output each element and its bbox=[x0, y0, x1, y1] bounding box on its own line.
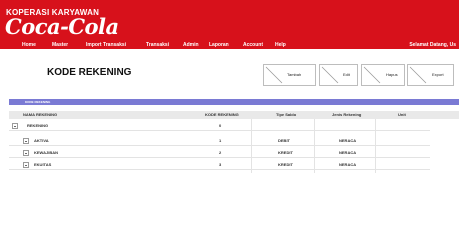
table-row[interactable]: KEWAJIBAN 2 KREDIT NERACA bbox=[9, 148, 430, 158]
export-icon bbox=[409, 66, 427, 84]
column-header-nama-rekening[interactable]: NAMA REKENING bbox=[23, 111, 57, 119]
expand-toggle-icon[interactable] bbox=[23, 150, 29, 156]
cell-tipe: KREDIT bbox=[278, 162, 293, 167]
column-header-kode-rekening[interactable]: KODE REKENING bbox=[205, 111, 239, 119]
expand-toggle-icon[interactable] bbox=[23, 138, 29, 144]
cell-jenis: NERACA bbox=[339, 138, 357, 143]
nav-admin[interactable]: Admin bbox=[183, 41, 199, 49]
cell-kode: 2 bbox=[219, 150, 222, 155]
nav-home[interactable]: Home bbox=[22, 41, 36, 49]
hapus-button[interactable]: Hapus bbox=[361, 64, 405, 86]
edit-icon bbox=[321, 66, 339, 84]
tambah-label: Tambah bbox=[287, 72, 302, 77]
cell-nama: AKTIVA bbox=[34, 138, 49, 143]
grid-title: KODE REKENING bbox=[25, 100, 51, 104]
column-header-jenis-rekening[interactable]: Jenis Rekening bbox=[332, 111, 361, 119]
cell-tipe: KREDIT bbox=[278, 150, 293, 155]
welcome-text: Selamat Datang, Us bbox=[409, 42, 456, 48]
grid-title-bar: KODE REKENING bbox=[9, 99, 459, 105]
cell-kode: 1 bbox=[219, 138, 222, 143]
nav-help[interactable]: Help bbox=[275, 41, 286, 49]
cell-nama: EKUITAS bbox=[34, 162, 52, 167]
app-header: KOPERASI KARYAWAN Coca-Cola Home Master … bbox=[0, 0, 459, 49]
expand-toggle-icon[interactable] bbox=[23, 162, 29, 168]
cell-nama: KEWAJIBAN bbox=[34, 150, 59, 155]
table-row[interactable]: REKENING 0 bbox=[9, 121, 430, 131]
column-header-tipe-saldo[interactable]: Tipe Saldo bbox=[276, 111, 296, 119]
cell-tipe: DEBIT bbox=[278, 138, 290, 143]
nav-laporan[interactable]: Laporan bbox=[209, 41, 229, 49]
grid-header: NAMA REKENING KODE REKENING Tipe Saldo J… bbox=[9, 111, 459, 119]
nav-import-transaksi[interactable]: Import Transaksi bbox=[86, 41, 126, 49]
export-label: Export bbox=[432, 72, 444, 77]
nav-master[interactable]: Master bbox=[52, 41, 68, 49]
table-row[interactable]: EKUITAS 3 KREDIT NERACA bbox=[9, 160, 430, 170]
export-button[interactable]: Export bbox=[407, 64, 454, 86]
tambah-button[interactable]: Tambah bbox=[263, 64, 316, 86]
cell-kode: 3 bbox=[219, 162, 222, 167]
cell-jenis: NERACA bbox=[339, 150, 357, 155]
add-icon bbox=[265, 66, 283, 84]
column-header-unit[interactable]: Unit bbox=[398, 111, 406, 119]
edit-button[interactable]: Edit bbox=[319, 64, 358, 86]
page-title: KODE REKENING bbox=[47, 67, 132, 78]
collapse-toggle-icon[interactable] bbox=[12, 123, 18, 129]
nav-account[interactable]: Account bbox=[243, 41, 263, 49]
table-row[interactable]: AKTIVA 1 DEBIT NERACA bbox=[9, 136, 430, 146]
cell-jenis: NERACA bbox=[339, 162, 357, 167]
cell-nama: REKENING bbox=[27, 123, 49, 128]
cell-kode: 0 bbox=[219, 123, 222, 128]
delete-icon bbox=[363, 66, 381, 84]
nav-transaksi[interactable]: Transaksi bbox=[146, 41, 169, 49]
main-nav: Home Master Import Transaksi Transaksi A… bbox=[0, 41, 459, 49]
hapus-label: Hapus bbox=[386, 72, 398, 77]
coca-cola-logo: Coca-Cola bbox=[5, 14, 119, 39]
edit-label: Edit bbox=[343, 72, 350, 77]
